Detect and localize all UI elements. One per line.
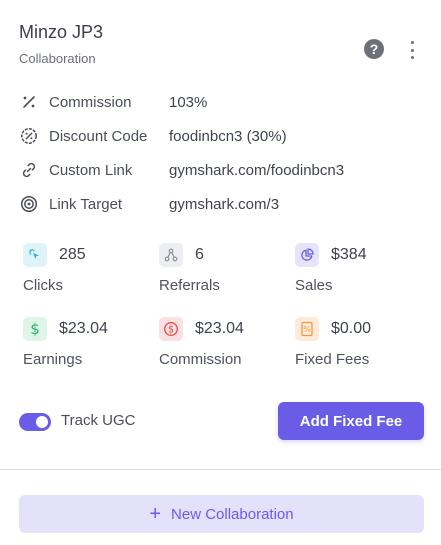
stat-value: 6 <box>195 246 204 263</box>
link-icon <box>19 160 39 180</box>
help-icon[interactable]: ? <box>364 39 384 59</box>
svg-text:$: $ <box>168 324 174 335</box>
detail-row-commission: Commission 103% <box>19 90 419 114</box>
stat-label: Fixed Fees <box>295 351 370 368</box>
stat-referrals: 6 Referrals <box>159 243 289 303</box>
link-target-value[interactable]: gymshark.com/3 <box>169 196 279 213</box>
stat-clicks: 285 Clicks <box>23 243 153 303</box>
detail-row-custom-link: Custom Link gymshark.com/foodinbcn3 <box>19 158 419 182</box>
detail-label: Link Target <box>49 195 123 213</box>
stat-value: $384 <box>331 246 367 263</box>
detail-value: foodinbcn3 (30%) <box>169 127 287 145</box>
divider <box>0 469 441 470</box>
stat-sales: $384 Sales <box>295 243 425 303</box>
detail-value: 103% <box>169 93 208 111</box>
stat-label: Clicks <box>23 277 63 294</box>
detail-label: Custom Link <box>49 161 133 179</box>
stat-value: $23.04 <box>195 320 244 337</box>
stat-commission: $ $23.04 Commission <box>159 317 289 377</box>
detail-row-link-target: Link Target gymshark.com/3 <box>19 192 419 216</box>
svg-text:%: % <box>303 325 311 334</box>
target-icon <box>19 194 39 214</box>
new-collaboration-label: New Collaboration <box>171 505 294 523</box>
more-options-icon[interactable] <box>404 39 420 61</box>
dollar-circle-icon: $ <box>159 317 183 341</box>
dollar-icon: $ <box>23 317 47 341</box>
discount-tag-icon <box>19 126 39 146</box>
add-fixed-fee-button[interactable]: Add Fixed Fee <box>278 402 424 440</box>
stat-value: $23.04 <box>59 320 108 337</box>
click-icon <box>23 243 47 267</box>
stat-value: $0.00 <box>331 320 372 337</box>
share-network-icon <box>159 243 183 267</box>
new-collaboration-button[interactable]: + New Collaboration <box>19 495 424 533</box>
track-ugc-toggle[interactable] <box>19 413 51 431</box>
track-ugc-label: Track UGC <box>61 412 136 429</box>
collaboration-title: Minzo JP3 <box>19 22 104 42</box>
stat-value: 285 <box>59 246 86 263</box>
stat-earnings: $ $23.04 Earnings <box>23 317 153 377</box>
detail-label: Commission <box>49 93 132 111</box>
stat-label: Sales <box>295 277 333 294</box>
percent-icon <box>19 92 39 112</box>
stat-label: Referrals <box>159 277 220 294</box>
toggle-knob <box>36 416 48 428</box>
detail-row-discount-code: Discount Code foodinbcn3 (30%) <box>19 124 419 148</box>
custom-link-value[interactable]: gymshark.com/foodinbcn3 <box>169 162 344 179</box>
collaboration-subtitle: Collaboration <box>19 51 96 66</box>
stat-fixed-fees: % $0.00 Fixed Fees <box>295 317 425 377</box>
fee-receipt-icon: % <box>295 317 319 341</box>
pie-chart-icon <box>295 243 319 267</box>
detail-label: Discount Code <box>49 127 148 145</box>
stat-label: Earnings <box>23 351 83 368</box>
plus-icon: + <box>149 503 162 525</box>
stat-label: Commission <box>159 351 242 368</box>
collaboration-card: Minzo JP3 Collaboration ? Commission 103… <box>0 0 441 470</box>
